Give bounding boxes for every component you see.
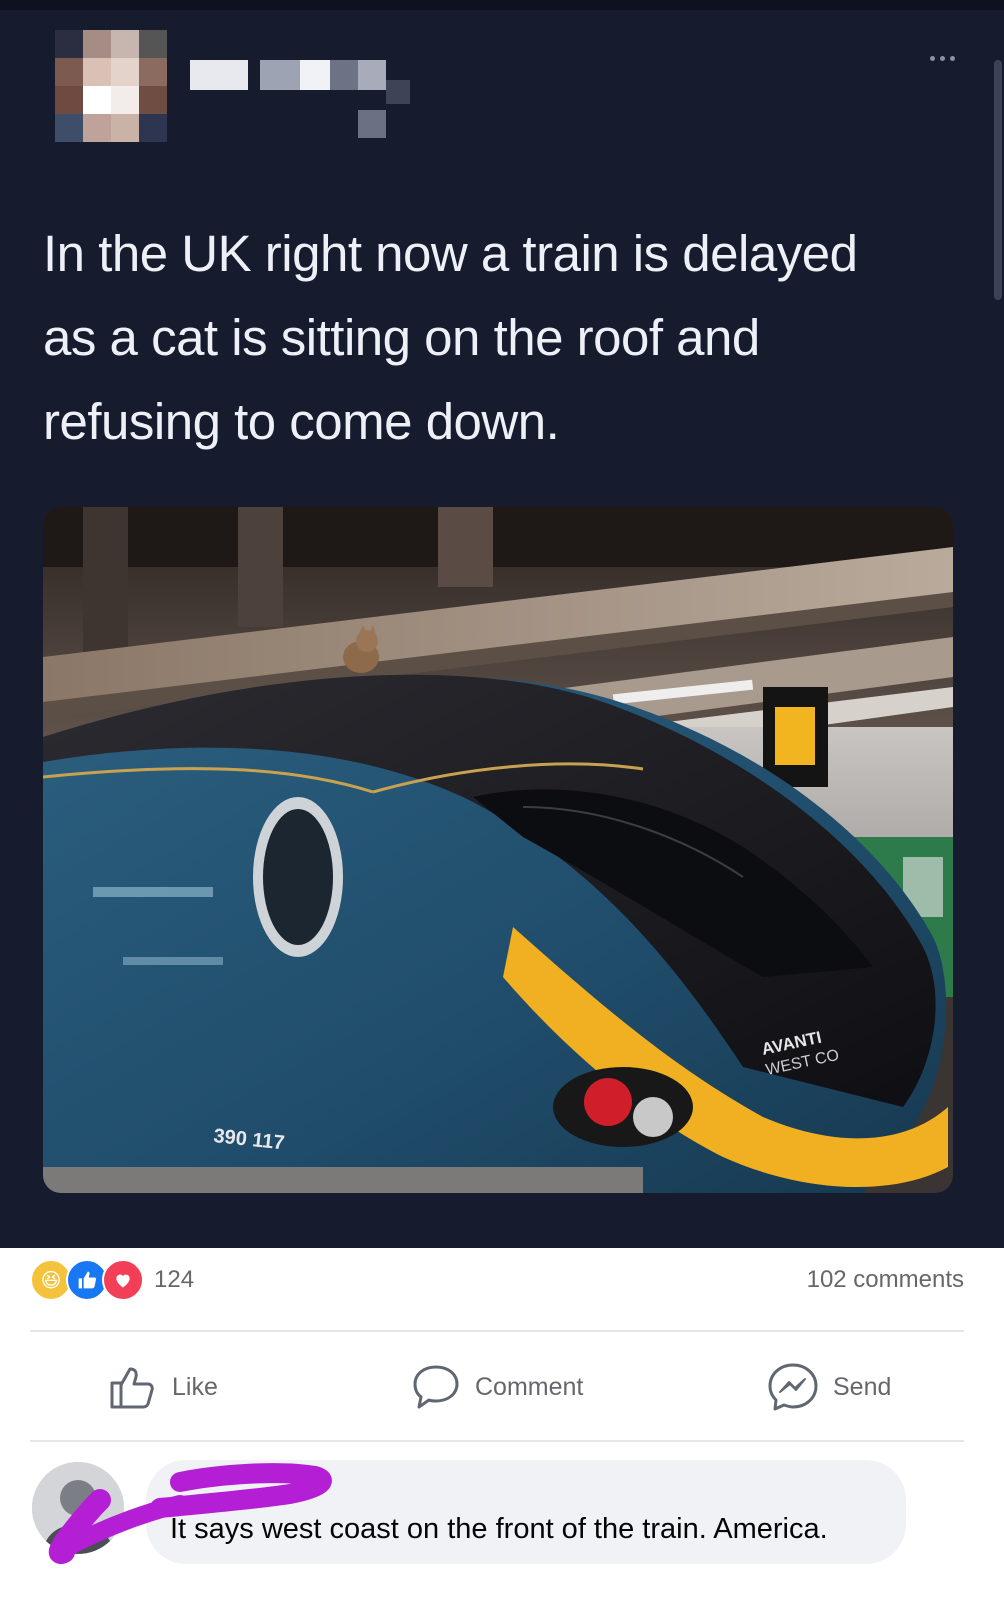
comment-bubble-icon [413, 1365, 459, 1409]
blurred-username[interactable] [190, 50, 420, 140]
blurred-avatar[interactable] [55, 30, 167, 142]
divider [30, 1440, 964, 1442]
divider [30, 1330, 964, 1332]
redaction-scribble [49, 1463, 332, 1564]
comment-label: Comment [475, 1372, 584, 1401]
messenger-icon [768, 1363, 818, 1411]
tweet-text-line: In the UK right now a train is delayed [43, 225, 858, 282]
like-button[interactable]: Like [108, 1362, 218, 1412]
more-options-icon[interactable] [920, 48, 964, 68]
like-label: Like [172, 1372, 218, 1401]
thumbs-up-icon [110, 1367, 154, 1409]
tweet-card: In the UK right now a train is delayed a… [0, 0, 1004, 1248]
tweet-text-line: as a cat is sitting on the roof and [43, 309, 760, 366]
tweet-text-line: refusing to come down. [43, 393, 560, 450]
send-button[interactable]: Send [767, 1362, 891, 1412]
reactions-summary[interactable]: 😆 124 [30, 1259, 195, 1301]
tweet-text: In the UK right now a train is delayed a… [43, 212, 963, 464]
scrollbar[interactable] [994, 60, 1002, 300]
top-bar [0, 0, 1004, 10]
tweet-photo[interactable]: AVANTI WEST CO 390 117 [43, 507, 953, 1193]
reaction-count: 124 [154, 1266, 195, 1293]
love-reaction-icon [102, 1259, 144, 1301]
comment-button[interactable]: Comment [411, 1362, 583, 1412]
comments-count[interactable]: 102 comments [807, 1266, 964, 1294]
send-label: Send [833, 1372, 892, 1401]
